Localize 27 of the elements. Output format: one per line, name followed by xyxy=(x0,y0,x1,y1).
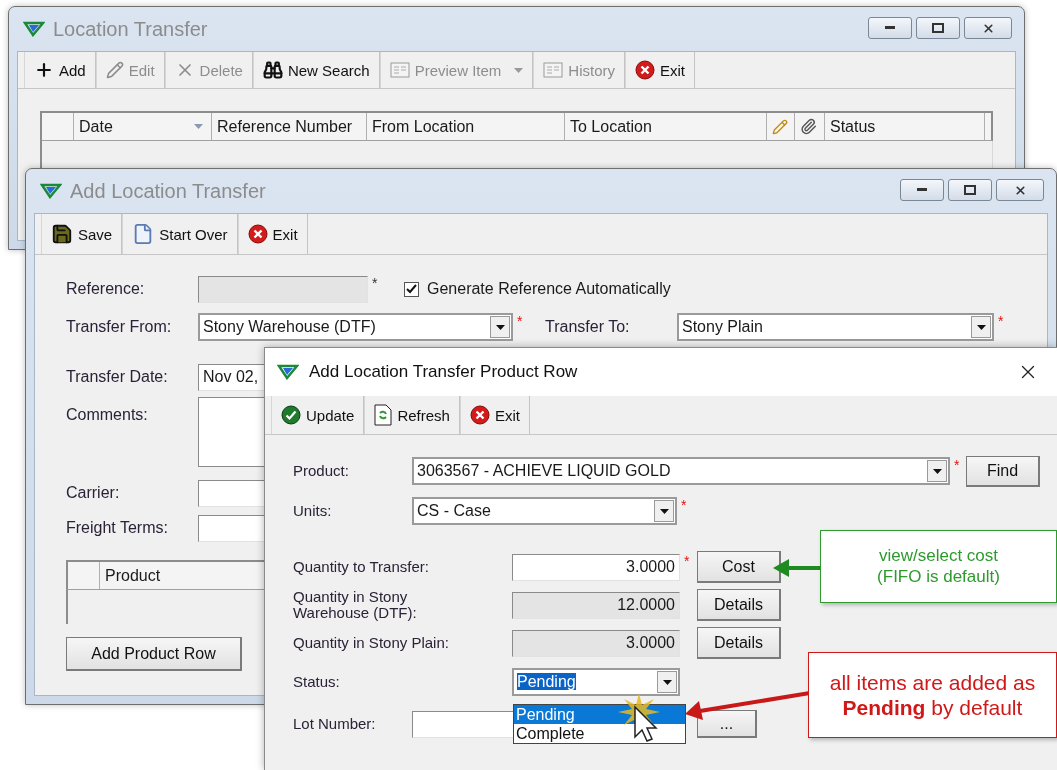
callout-note: view/select cost (FIFO is default) xyxy=(820,530,1057,603)
required-mark: * xyxy=(684,553,691,569)
field-label: Status: xyxy=(293,674,341,690)
field-label: Transfer To: xyxy=(545,318,631,336)
quantity-field: 12.0000 xyxy=(512,591,680,619)
field-label: Freight Terms: xyxy=(66,519,169,537)
field-label: Comments: xyxy=(66,405,149,425)
quantity-field: 3.0000 xyxy=(512,629,680,657)
field-label: Quantity in Stony Warehouse (DTF): xyxy=(293,589,418,621)
field-label: Lot Number: xyxy=(293,716,377,732)
required-mark: * xyxy=(681,497,688,513)
field-label: Transfer From: xyxy=(66,318,173,336)
field-label: Units: xyxy=(293,503,333,519)
required-mark: * xyxy=(517,313,524,329)
window-title: Add Location Transfer xyxy=(70,179,267,203)
callout-note: all items are added as Pending by default xyxy=(808,652,1057,738)
field-label: Quantity in Stony Plain: xyxy=(293,635,450,651)
field-label: Carrier: xyxy=(66,484,121,502)
dialog-title: Add Location Transfer Product Row xyxy=(309,362,579,382)
required-mark: * xyxy=(998,313,1005,329)
field-label: Transfer Date: xyxy=(66,368,169,386)
field-label: Quantity to Transfer: xyxy=(293,559,430,575)
field-label: Product: xyxy=(293,463,350,479)
window-title: Location Transfer xyxy=(53,17,209,41)
field-label: Reference: xyxy=(66,280,146,298)
required-mark: * xyxy=(954,457,961,473)
required-mark: * xyxy=(372,275,379,291)
